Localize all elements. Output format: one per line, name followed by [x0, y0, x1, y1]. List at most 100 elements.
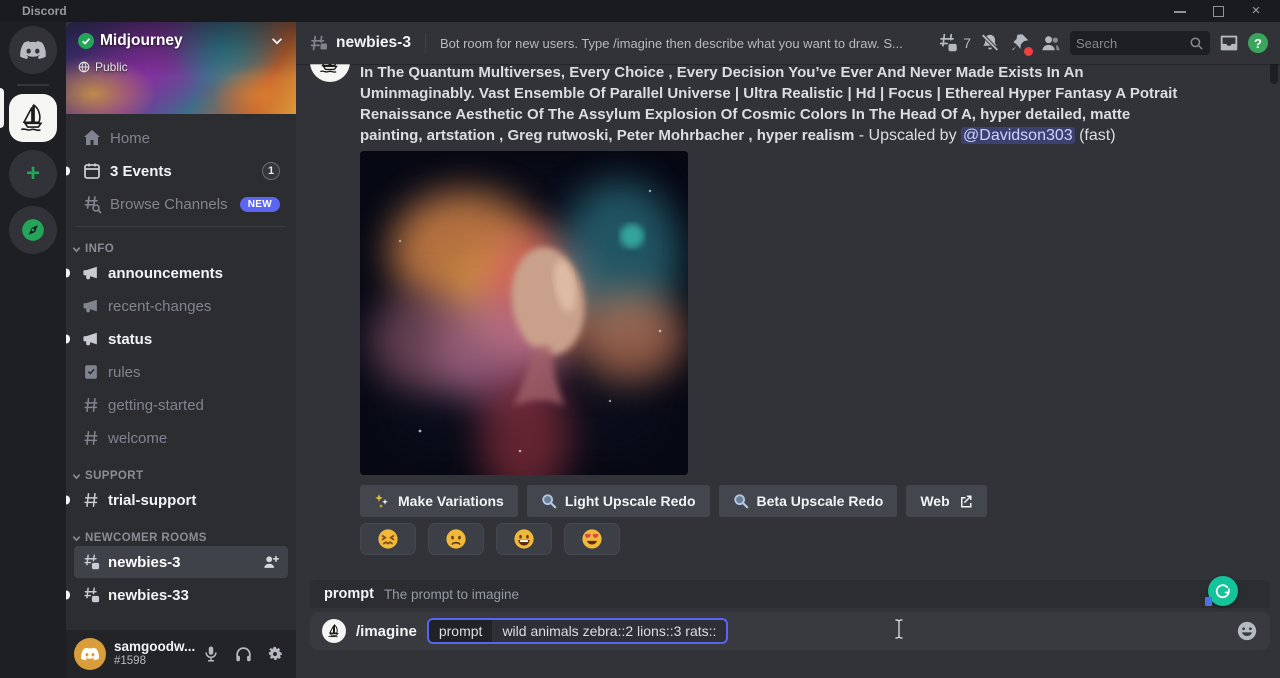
channel-welcome[interactable]: welcome [74, 422, 288, 454]
option-description: The prompt to imagine [384, 587, 519, 602]
channel-recent-changes[interactable]: recent-changes [74, 290, 288, 322]
header-divider [425, 33, 426, 53]
message-actions: Make Variations Light Upscale Redo Beta … [360, 485, 1272, 517]
user-info[interactable]: samgoodw... #1598 [114, 640, 198, 667]
channel-status[interactable]: status [74, 323, 288, 355]
reaction-button-confounded[interactable] [360, 523, 416, 555]
calendar-icon [82, 161, 102, 181]
explore-servers-button[interactable] [9, 206, 57, 254]
unread-pip [66, 496, 70, 505]
member-list-button[interactable] [1039, 32, 1062, 55]
channel-trial-support[interactable]: trial-support [74, 484, 288, 516]
channel-newbies-33[interactable]: newbies-33 [74, 579, 288, 611]
search-box[interactable] [1070, 31, 1210, 55]
inbox-button[interactable] [1218, 32, 1240, 54]
confounded-face-emoji [377, 528, 399, 550]
make-variations-button[interactable]: Make Variations [360, 485, 518, 517]
channel-getting-started[interactable]: getting-started [74, 389, 288, 421]
chevron-down-icon [72, 245, 81, 254]
window-title: Discord [22, 4, 67, 18]
category-support[interactable]: SUPPORT [72, 470, 288, 482]
midjourney-server-button[interactable] [9, 94, 57, 142]
rail-divider [17, 84, 49, 86]
discord-home-button[interactable] [9, 26, 57, 74]
chat-main: newbies-3 Bot room for new users. Type /… [296, 22, 1280, 678]
settings-button[interactable] [262, 641, 288, 667]
reaction-button-grinning[interactable] [496, 523, 552, 555]
reaction-button-heart-eyes[interactable] [564, 523, 620, 555]
microphone-button[interactable] [198, 641, 224, 667]
upscale-suffix: (fast) [1075, 127, 1116, 144]
minimize-icon[interactable] [1174, 5, 1186, 17]
chevron-down-icon[interactable] [270, 34, 284, 48]
parameter-value[interactable]: wild animals zebra::2 lions::3 rats:: [492, 620, 726, 642]
pin-alert-dot [1024, 47, 1033, 56]
help-button[interactable]: ? [1248, 33, 1268, 53]
unread-pip [66, 269, 70, 278]
sidebar-item-events[interactable]: 3 Events 1 [74, 155, 288, 187]
web-button[interactable]: Web [906, 485, 986, 517]
disappointed-face-emoji [445, 528, 467, 550]
generated-artwork-image[interactable] [360, 151, 688, 475]
light-upscale-redo-button[interactable]: Light Upscale Redo [527, 485, 710, 517]
pinned-messages-button[interactable] [1009, 32, 1031, 54]
prompt-parameter-field[interactable]: prompt wild animals zebra::2 lions::3 ra… [427, 618, 729, 644]
search-icon [1189, 36, 1204, 51]
headphones-button[interactable] [230, 641, 256, 667]
unread-pip [66, 335, 70, 344]
bot-avatar-small [322, 619, 346, 643]
message-composer[interactable]: /imagine prompt wild animals zebra::2 li… [310, 612, 1270, 650]
channel-title: newbies-3 [336, 34, 411, 52]
category-info[interactable]: INFO [72, 243, 288, 255]
sidebar-item-browse-channels[interactable]: Browse Channels NEW [74, 188, 288, 220]
home-icon [82, 128, 102, 148]
channel-rules[interactable]: rules [74, 356, 288, 388]
beta-upscale-redo-button[interactable]: Beta Upscale Redo [719, 485, 898, 517]
grinning-face-emoji [513, 528, 535, 550]
chevron-down-icon [72, 534, 81, 543]
notifications-muted-button[interactable] [979, 32, 1001, 54]
slash-command: /imagine [356, 623, 417, 640]
search-input[interactable] [1076, 36, 1189, 51]
rules-book-icon [82, 363, 100, 381]
user-avatar[interactable] [74, 638, 106, 670]
threads-count: 7 [963, 35, 971, 51]
server-visibility: Public [95, 60, 128, 74]
window-titlebar: Discord × [0, 0, 1280, 22]
reaction-button-disappointed[interactable] [428, 523, 484, 555]
globe-icon [78, 61, 90, 73]
midjourney-sailboat-icon [16, 101, 50, 135]
channel-topic[interactable]: Bot room for new users. Type /imagine th… [440, 36, 929, 51]
members-icon [1039, 32, 1062, 55]
threads-button[interactable]: 7 [937, 32, 971, 54]
emoji-picker-button[interactable] [1236, 620, 1258, 642]
hash-icon [82, 429, 100, 447]
slash-option-hint: prompt The prompt to imagine [310, 580, 1270, 608]
channel-newbies-3[interactable]: newbies-3 [74, 546, 288, 578]
grammarly-icon [1214, 582, 1232, 600]
sidebar-item-home[interactable]: Home [74, 122, 288, 154]
discord-logo-icon [80, 647, 100, 661]
smiley-icon [1236, 620, 1258, 642]
invite-person-add-icon[interactable] [262, 553, 280, 571]
discord-app-window: Discord × + [0, 0, 1280, 678]
user-mention[interactable]: @Davidson303 [961, 127, 1075, 144]
channel-announcements[interactable]: announcements [74, 257, 288, 289]
hash-chat-icon [82, 553, 100, 571]
message-area: In The Quantum Multiverses, Every Choice… [296, 58, 1272, 578]
explore-compass-icon [20, 217, 46, 243]
server-banner[interactable]: Midjourney Public [66, 22, 296, 114]
megaphone-icon [82, 330, 100, 348]
text-cursor [894, 618, 904, 640]
headphones-icon [234, 645, 253, 664]
chevron-down-icon [72, 472, 81, 481]
megaphone-icon [82, 264, 100, 282]
add-server-button[interactable]: + [9, 150, 57, 198]
unread-pip [66, 167, 70, 176]
hash-icon [82, 396, 100, 414]
sidebar-divider [76, 226, 286, 227]
close-icon[interactable]: × [1250, 5, 1262, 17]
maximize-icon[interactable] [1212, 5, 1224, 17]
grammarly-button[interactable] [1208, 576, 1238, 606]
category-newcomer-rooms[interactable]: NEWCOMER ROOMS [72, 532, 288, 544]
